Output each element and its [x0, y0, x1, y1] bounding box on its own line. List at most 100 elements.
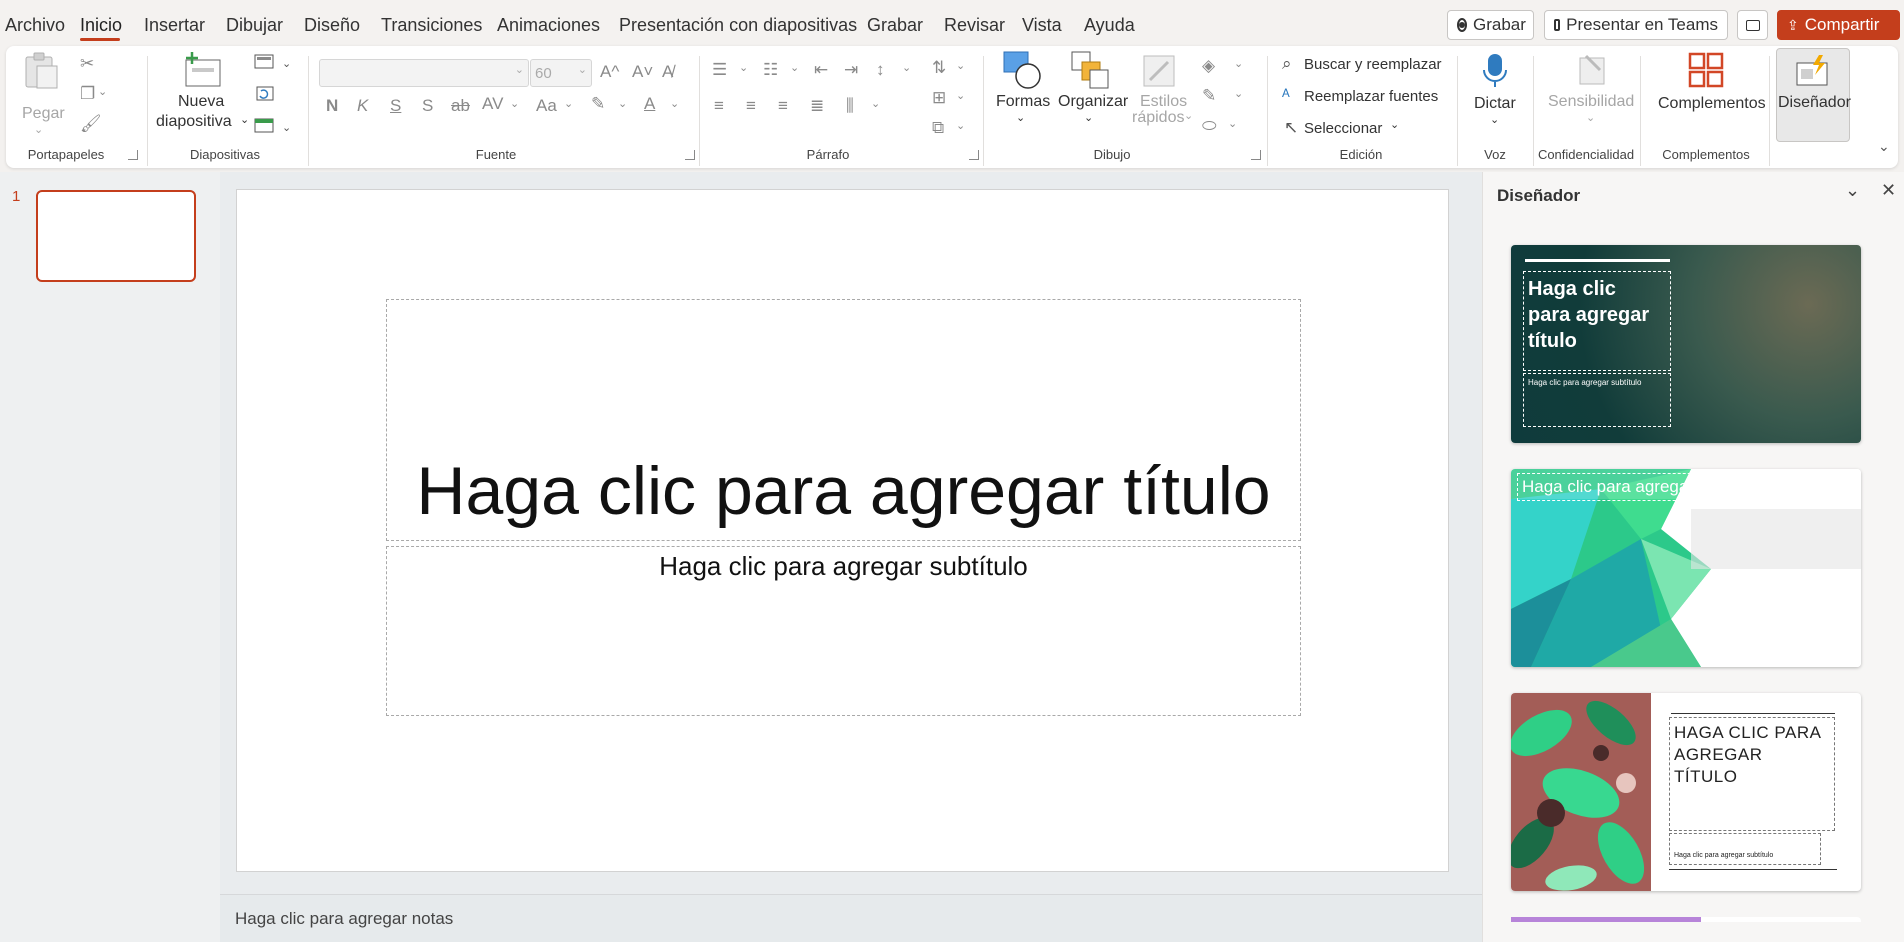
columns-icon[interactable]: ⫼ [846, 96, 854, 116]
chevron-down-icon[interactable]: ⌄ [510, 94, 519, 114]
shadow-button[interactable]: S [422, 96, 433, 116]
find-replace-label: Buscar y reemplazar [1304, 56, 1442, 73]
chevron-down-icon: ⌄ [1084, 112, 1094, 124]
chevron-down-icon[interactable]: ⌄ [902, 58, 911, 78]
record-button[interactable]: Grabar [1447, 10, 1534, 40]
font-size-dropdown[interactable]: 60 ⌄ [530, 59, 592, 87]
designer-button[interactable]: Diseñador [1776, 48, 1851, 142]
chevron-down-icon[interactable]: ⌄ [956, 116, 965, 136]
italic-button[interactable]: K [357, 96, 368, 116]
find-replace-button[interactable]: ⌕ Buscar y reemplazar [1282, 54, 1452, 76]
reset-icon[interactable] [254, 86, 276, 102]
align-center-icon[interactable]: ≡ [746, 96, 756, 116]
font-launcher-icon[interactable] [685, 150, 695, 160]
comments-button[interactable] [1737, 10, 1768, 40]
shape-outline-icon[interactable]: ✎ [1202, 86, 1216, 106]
collapse-ribbon-icon[interactable]: ⌄ [1878, 136, 1890, 156]
subtitle-placeholder[interactable]: Haga clic para agregar subtítulo [386, 546, 1301, 716]
shrink-font-icon[interactable]: A˅ [632, 62, 653, 82]
shape-effects-icon[interactable]: ⬭ [1202, 116, 1217, 136]
menu-diseno[interactable]: Diseño [304, 15, 360, 36]
increase-indent-icon[interactable]: ⇥ [844, 60, 858, 80]
bold-button[interactable]: N [326, 96, 338, 116]
copy-chevron-icon[interactable]: ⌄ [98, 82, 107, 102]
chevron-down-icon[interactable]: ⌄ [790, 58, 799, 78]
menu-grabar[interactable]: Grabar [867, 15, 923, 36]
close-icon[interactable]: ✕ [1881, 180, 1896, 201]
group-editing: Edición [1339, 147, 1383, 162]
menu-transiciones[interactable]: Transiciones [381, 15, 482, 36]
bullets-icon[interactable]: ☰ [712, 60, 727, 80]
design-idea-4[interactable] [1511, 917, 1861, 922]
shapes-button[interactable]: Formas ⌄ [994, 50, 1050, 142]
design-idea-1[interactable]: Haga clic para agregar título Haga clic … [1511, 245, 1861, 443]
text-direction-icon[interactable]: ⇅ [932, 58, 946, 78]
present-in-teams-button[interactable]: Presentar en Teams [1544, 10, 1728, 40]
menu-ayuda[interactable]: Ayuda [1084, 15, 1135, 36]
select-button[interactable]: ↖ Seleccionar ⌄ [1282, 118, 1412, 140]
clear-format-icon[interactable]: A̸ [662, 62, 673, 82]
drawing-launcher-icon[interactable] [1251, 150, 1261, 160]
chevron-down-icon[interactable]: ⌄ [618, 94, 627, 114]
menu-dibujar[interactable]: Dibujar [226, 15, 283, 36]
chevron-down-icon[interactable]: ⌄ [1234, 84, 1243, 104]
paragraph-launcher-icon[interactable] [969, 150, 979, 160]
grow-font-icon[interactable]: A^ [600, 62, 619, 82]
chevron-down-icon[interactable]: ⌄ [670, 94, 679, 114]
chevron-down-icon[interactable]: ⌄ [956, 86, 965, 106]
menu-animaciones[interactable]: Animaciones [497, 15, 600, 36]
chevron-down-icon[interactable]: ⌄ [739, 58, 748, 78]
menu-archivo[interactable]: Archivo [5, 15, 65, 36]
chevron-down-icon[interactable]: ⌄ [871, 94, 880, 114]
line-spacing-icon[interactable]: ↕ [876, 60, 885, 80]
dictate-button[interactable]: Dictar ⌄ [1466, 50, 1524, 142]
design-idea-2[interactable]: Haga clic para agregar título HAGA CLIC … [1511, 469, 1861, 667]
align-left-icon[interactable]: ≡ [714, 96, 724, 116]
chevron-down-icon[interactable]: ⌄ [1234, 54, 1243, 74]
format-painter-icon[interactable]: 🖌 [80, 114, 102, 134]
menu-revisar[interactable]: Revisar [944, 15, 1005, 36]
menu-inicio[interactable]: Inicio [80, 15, 122, 36]
share-button[interactable]: ⇪ Compartir [1777, 10, 1900, 40]
menu-presentacion[interactable]: Presentación con diapositivas [619, 15, 857, 36]
font-name-dropdown[interactable]: ⌄ [319, 59, 529, 87]
slide-number: 1 [12, 188, 21, 205]
strikethrough-button[interactable]: ab [451, 96, 470, 116]
layout-icon[interactable]: ⌄ [254, 54, 294, 70]
menu-insertar[interactable]: Insertar [144, 15, 205, 36]
chevron-down-icon[interactable]: ⌄ [1845, 180, 1860, 201]
section-icon[interactable]: ⌄ [254, 118, 294, 134]
title-placeholder[interactable]: Haga clic para agregar título [386, 299, 1301, 541]
card-subtitle-placeholder: Haga clic para agregar subtítulo [1669, 833, 1821, 865]
chevron-down-icon[interactable]: ⌄ [564, 94, 573, 114]
menu-vista[interactable]: Vista [1022, 15, 1062, 36]
decrease-indent-icon[interactable]: ⇤ [814, 60, 828, 80]
underline-button[interactable]: S [390, 96, 401, 116]
chevron-down-icon: ⌄ [1184, 110, 1194, 122]
justify-icon[interactable]: ≣ [810, 96, 824, 116]
cut-icon[interactable]: ✂ [80, 54, 94, 74]
replace-fonts-button[interactable]: ᴬ Reemplazar fuentes [1282, 86, 1452, 108]
clipboard-launcher-icon[interactable] [128, 150, 138, 160]
chevron-down-icon[interactable]: ⌄ [1228, 114, 1237, 134]
design-idea-3[interactable]: HAGA CLIC PARA AGREGAR TÍTULO Haga clic … [1511, 693, 1861, 891]
sensitivity-button[interactable]: Sensibilidad ⌄ [1542, 50, 1642, 142]
paste-button[interactable]: Pegar ⌄ [20, 52, 65, 136]
quick-styles-button[interactable]: Estilos rápidos ⌄ [1128, 50, 1193, 142]
shape-fill-icon[interactable]: ◈ [1202, 56, 1215, 76]
highlight-icon[interactable]: ✎ [591, 94, 605, 114]
align-text-icon[interactable]: ⊞ [932, 88, 946, 108]
char-spacing-button[interactable]: AV [482, 94, 503, 114]
addins-button[interactable]: Complementos [1646, 50, 1766, 142]
new-slide-button[interactable]: Nueva diapositiva ⌄ [154, 50, 254, 142]
chevron-down-icon[interactable]: ⌄ [956, 56, 965, 76]
font-color-icon[interactable]: A [644, 94, 655, 114]
copy-icon[interactable]: ❐ [80, 84, 95, 104]
arrange-button[interactable]: Organizar ⌄ [1054, 50, 1128, 142]
notes-pane[interactable]: Haga clic para agregar notas [220, 894, 1482, 942]
smartart-icon[interactable]: ⧉ [932, 118, 944, 138]
change-case-button[interactable]: Aa [536, 96, 557, 116]
align-right-icon[interactable]: ≡ [778, 96, 788, 116]
numbering-icon[interactable]: ☷ [763, 60, 778, 80]
slide-thumbnail[interactable] [36, 190, 196, 282]
